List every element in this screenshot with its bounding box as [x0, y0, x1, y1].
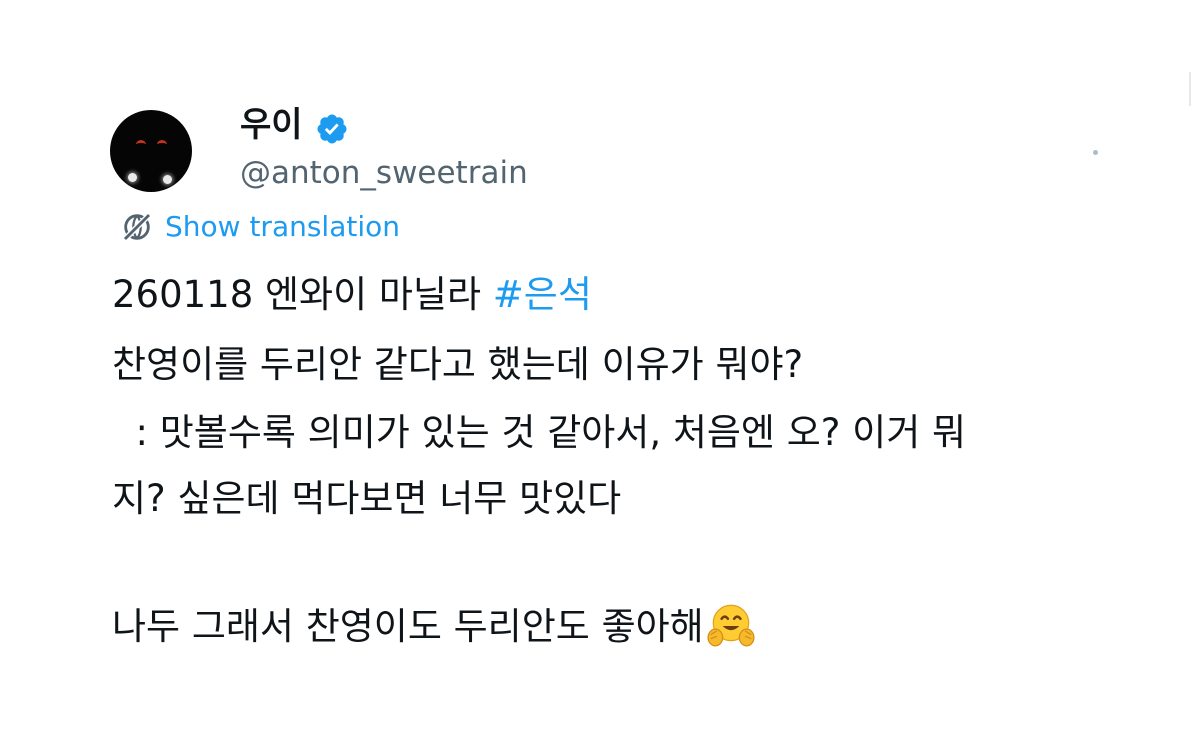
hashtag-link[interactable]: #은석 [493, 273, 592, 316]
tweet-line-1-text: 260118 엔와이 마닐라 [112, 273, 493, 316]
show-translation-label: Show translation [165, 210, 401, 243]
avatar[interactable] [110, 110, 192, 192]
tweet-line-2: 찬영이를 두리안 같다고 했는데 이유가 뭐야? [112, 343, 804, 386]
show-translation-button[interactable]: Show translation [120, 207, 400, 247]
user-handle[interactable]: @anton_sweetrain [240, 152, 528, 194]
hugging-face-emoji-icon [707, 604, 755, 646]
display-name[interactable]: 우이 [240, 102, 303, 148]
more-options-icon[interactable] [1093, 150, 1098, 155]
avatar-eye-right [163, 175, 172, 184]
divider [1189, 72, 1191, 106]
tweet-line-1: 260118 엔와이 마닐라 #은석 [112, 268, 592, 322]
tweet-line-4: 지? 싶은데 먹다보면 너무 맛있다 [112, 477, 622, 520]
tweet-line-5: 나두 그래서 찬영이도 두리안도 좋아해 [112, 600, 756, 654]
tweet-line-5-text: 나두 그래서 찬영이도 두리안도 좋아해 [112, 605, 704, 648]
tweet-line-3: : 맛볼수록 의미가 있는 것 같아서, 처음엔 오? 이거 뭐 [112, 411, 967, 454]
globe-slash-icon [122, 212, 152, 242]
avatar-eye-left [128, 173, 137, 182]
avatar-ear-right [157, 140, 167, 149]
avatar-ear-left [136, 140, 146, 149]
verified-badge-icon [317, 114, 347, 144]
tweet: 우이 @anton_sweetrain Show translation 260… [0, 0, 1200, 750]
